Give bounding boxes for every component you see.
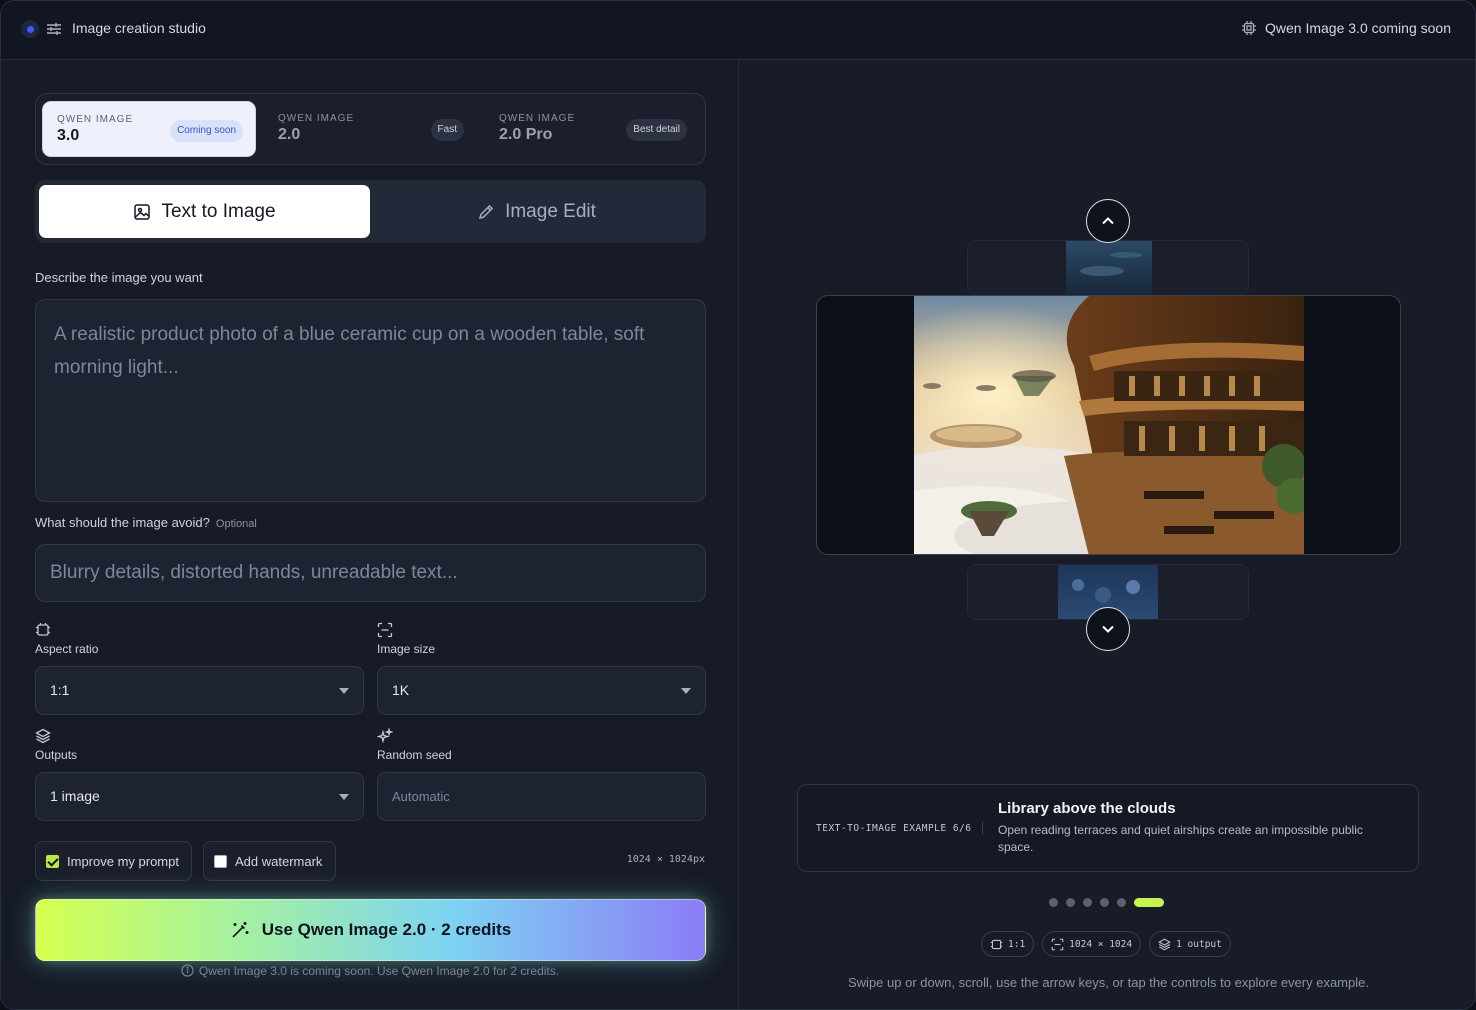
example-image — [914, 296, 1304, 554]
aspect-ratio-icon — [990, 939, 1003, 949]
best-detail-badge: Best detail — [626, 119, 687, 141]
negative-prompt-label: What should the image avoid? Optional — [35, 515, 257, 530]
output-dimensions: 1024 × 1024px — [626, 854, 705, 865]
top-bar: Image creation studio Qwen Image 3.0 com… — [1, 1, 1475, 60]
image-icon — [134, 203, 151, 220]
mode-tabs: Text to Image Image Edit — [35, 180, 706, 243]
example-description: Open reading terraces and quiet airships… — [998, 823, 1363, 854]
example-title: Library above the clouds — [998, 800, 1176, 817]
info-icon — [181, 964, 194, 977]
improve-prompt-checkbox[interactable] — [46, 854, 59, 868]
example-caption: TEXT-TO-IMAGE EXAMPLE 6/6 Library above … — [797, 784, 1419, 872]
model-option-2-0[interactable]: QWEN IMAGE 2.0 Fast — [264, 101, 470, 157]
meta-outputs: 1 output — [1149, 931, 1231, 957]
page-dot-4[interactable] — [1100, 898, 1109, 907]
outputs-value: 1 image — [50, 788, 100, 804]
model-name: 2.0 Pro — [499, 126, 553, 143]
chevron-down-icon — [339, 794, 349, 800]
prompt-label: Describe the image you want — [35, 270, 203, 285]
chevron-down-icon — [681, 688, 691, 694]
model-switcher: QWEN IMAGE 3.0 Coming soon QWEN IMAGE 2.… — [35, 93, 706, 165]
aspect-ratio-label: Aspect ratio — [35, 642, 99, 656]
aspect-ratio-icon — [36, 623, 50, 636]
model-name: 2.0 — [278, 126, 301, 143]
app-window: Image creation studio Qwen Image 3.0 com… — [0, 0, 1476, 1010]
tab-image-edit[interactable]: Image Edit — [371, 185, 702, 238]
image-size-value: 1K — [392, 682, 410, 698]
optional-tag: Optional — [215, 518, 257, 530]
layers-icon — [1158, 938, 1171, 950]
chevron-down-icon — [339, 688, 349, 694]
tab-label: Image Edit — [505, 200, 596, 222]
generate-button-label: Use Qwen Image 2.0 · 2 credits — [261, 920, 512, 939]
negative-prompt-label-text: What should the image avoid? — [35, 515, 210, 530]
app-title: Image creation studio — [72, 20, 206, 36]
tab-text-to-image[interactable]: Text to Image — [39, 185, 370, 238]
meta-size-value: 1024 × 1024 — [1069, 938, 1133, 950]
image-size-select[interactable]: 1K — [377, 666, 706, 715]
navigation-help: Swipe up or down, scroll, use the arrow … — [848, 975, 1369, 990]
next-example-button[interactable] — [1086, 607, 1130, 651]
current-example-card[interactable] — [816, 295, 1401, 555]
seed-input[interactable]: Automatic — [377, 772, 706, 821]
cta-note: Qwen Image 3.0 is coming soon. Use Qwen … — [1, 964, 739, 978]
chip-icon — [1242, 21, 1256, 35]
improve-prompt-label: Improve my prompt — [67, 853, 179, 869]
previous-example-card[interactable] — [967, 240, 1249, 296]
image-size-label: Image size — [377, 642, 436, 656]
page-dot-2[interactable] — [1066, 898, 1075, 907]
example-showcase: TEXT-TO-IMAGE EXAMPLE 6/6 Library above … — [740, 60, 1475, 1009]
example-counter: TEXT-TO-IMAGE EXAMPLE 6/6 — [816, 823, 972, 834]
status-indicator — [21, 20, 39, 38]
chevron-down-icon — [1102, 625, 1114, 633]
generate-button[interactable]: Use Qwen Image 2.0 · 2 credits — [35, 899, 706, 961]
meta-ratio: 1:1 — [981, 931, 1035, 957]
meta-ratio-value: 1:1 — [1008, 938, 1026, 950]
page-dot-3[interactable] — [1083, 898, 1092, 907]
aspect-ratio-select[interactable]: 1:1 — [35, 666, 364, 715]
model-kicker: QWEN IMAGE — [57, 114, 134, 125]
sparkles-icon — [377, 728, 393, 744]
watermark-checkbox[interactable] — [214, 854, 227, 868]
model-option-3-0[interactable]: QWEN IMAGE 3.0 Coming soon — [42, 101, 256, 157]
coming-soon-text: Qwen Image 3.0 coming soon — [1265, 20, 1451, 36]
outputs-label: Outputs — [35, 748, 78, 762]
tab-label: Text to Image — [161, 200, 276, 222]
scan-frame-icon — [1051, 938, 1064, 950]
example-pagination — [1049, 898, 1164, 907]
previous-example-thumbnail — [1066, 241, 1152, 295]
sliders-icon[interactable] — [46, 21, 62, 37]
scan-frame-icon — [377, 622, 393, 638]
meta-outputs-value: 1 output — [1176, 938, 1222, 950]
outputs-select[interactable]: 1 image — [35, 772, 364, 821]
page-dot-5[interactable] — [1117, 898, 1126, 907]
page-dot-1[interactable] — [1049, 898, 1058, 907]
generator-panel: QWEN IMAGE 3.0 Coming soon QWEN IMAGE 2.… — [1, 60, 739, 1009]
layers-icon — [35, 728, 51, 744]
watermark-label: Add watermark — [235, 853, 323, 869]
prompt-input[interactable]: A realistic product photo of a blue cera… — [35, 299, 706, 502]
model-name: 3.0 — [57, 127, 80, 144]
seed-label: Random seed — [377, 748, 452, 762]
model-kicker: QWEN IMAGE — [278, 113, 355, 124]
magic-wand-icon — [232, 922, 249, 938]
watermark-toggle[interactable]: Add watermark — [203, 841, 336, 881]
divider — [982, 822, 983, 834]
page-dot-6[interactable] — [1134, 898, 1164, 907]
coming-soon-badge: Coming soon — [170, 120, 243, 142]
improve-prompt-toggle[interactable]: Improve my prompt — [35, 841, 192, 881]
example-meta: 1:1 1024 × 1024 1 output — [981, 931, 1231, 957]
negative-prompt-input[interactable]: Blurry details, distorted hands, unreada… — [35, 544, 706, 602]
chevron-up-icon — [1102, 217, 1114, 225]
previous-example-button[interactable] — [1086, 199, 1130, 243]
model-kicker: QWEN IMAGE — [499, 113, 576, 124]
aspect-ratio-value: 1:1 — [50, 682, 70, 698]
coming-soon-notice: Qwen Image 3.0 coming soon — [1241, 20, 1451, 36]
meta-size: 1024 × 1024 — [1042, 931, 1142, 957]
pencil-icon — [479, 204, 494, 219]
model-option-2-0-pro[interactable]: QWEN IMAGE 2.0 Pro Best detail — [485, 101, 697, 157]
fast-badge: Fast — [430, 119, 464, 141]
cta-note-text: Qwen Image 3.0 is coming soon. Use Qwen … — [198, 964, 560, 978]
